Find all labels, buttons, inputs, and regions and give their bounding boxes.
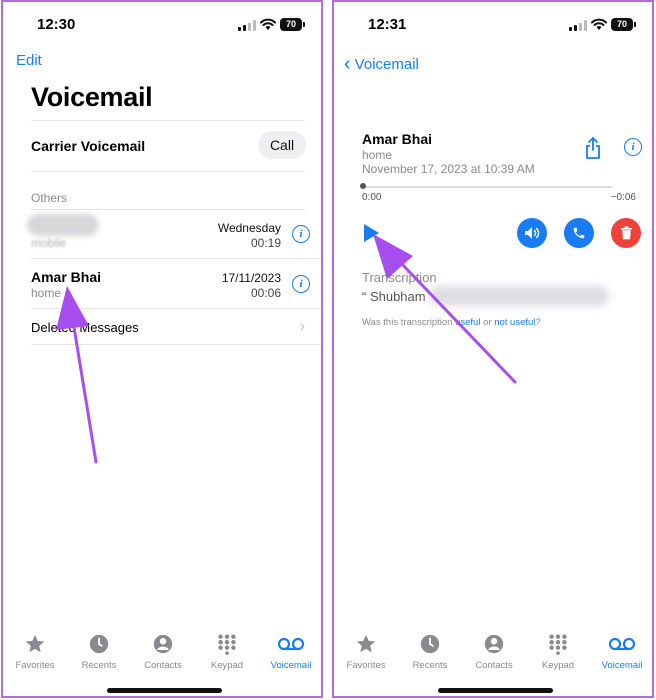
play-icon[interactable] bbox=[364, 224, 379, 242]
wifi-icon bbox=[591, 18, 607, 30]
status-time: 12:31 bbox=[368, 16, 407, 33]
voicemail-row-duration: 00:19 bbox=[250, 236, 281, 250]
cellular-signal-icon bbox=[238, 20, 256, 31]
voicemail-row-sub: mobile bbox=[31, 236, 67, 250]
divider bbox=[31, 120, 305, 121]
transcription-title: Transcription bbox=[362, 270, 437, 285]
redacted-transcription bbox=[429, 286, 609, 306]
chevron-right-icon: › bbox=[299, 318, 305, 335]
tab-keypad[interactable]: Keypad bbox=[195, 632, 259, 671]
status-bar: 12:31 70 bbox=[334, 14, 652, 36]
status-time: 12:30 bbox=[37, 16, 76, 33]
tab-label: Keypad bbox=[210, 660, 244, 671]
tab-favorites[interactable]: Favorites bbox=[3, 632, 67, 671]
home-indicator bbox=[107, 688, 222, 693]
tab-bar: Favorites Recents Contacts Keypad Voicem… bbox=[334, 632, 652, 672]
tab-label: Voicemail bbox=[601, 660, 643, 671]
tab-label: Contacts bbox=[144, 660, 182, 671]
trash-icon bbox=[620, 226, 632, 240]
caller-label: home bbox=[362, 148, 393, 162]
divider bbox=[31, 258, 321, 259]
delete-button[interactable] bbox=[611, 218, 641, 248]
tab-label: Recents bbox=[81, 660, 117, 671]
carrier-voicemail-label: Carrier Voicemail bbox=[31, 138, 146, 154]
feedback-prefix: Was this transcription bbox=[362, 317, 456, 328]
info-icon[interactable]: i bbox=[292, 225, 310, 243]
edit-button[interactable]: Edit bbox=[16, 52, 42, 69]
divider bbox=[31, 308, 321, 309]
star-icon bbox=[356, 634, 376, 653]
divider bbox=[31, 171, 305, 172]
keypad-icon bbox=[549, 634, 567, 655]
voicemail-row-name: Amar Bhai bbox=[31, 269, 102, 285]
transcription-text: “ Shubham bbox=[362, 289, 426, 304]
person-icon bbox=[484, 634, 504, 654]
tab-favorites[interactable]: Favorites bbox=[334, 632, 398, 671]
deleted-messages-label: Deleted Messages bbox=[31, 320, 139, 335]
caller-name: Amar Bhai bbox=[362, 131, 433, 147]
voicemail-row-date: 17/11/2023 bbox=[221, 271, 281, 285]
tab-recents[interactable]: Recents bbox=[67, 632, 131, 671]
voicemail-list-screen: 12:30 70 Edit Voicemail Carrier Voicemai… bbox=[1, 0, 323, 698]
call-back-button[interactable] bbox=[564, 218, 594, 248]
playback-scrubber[interactable] bbox=[362, 186, 612, 188]
tab-keypad[interactable]: Keypad bbox=[526, 632, 590, 671]
transcription-feedback: Was this transcription useful or not use… bbox=[362, 317, 541, 328]
call-carrier-button[interactable]: Call bbox=[258, 131, 306, 159]
elapsed-time: 0:00 bbox=[362, 192, 382, 203]
voicemail-date: November 17, 2023 at 10:39 AM bbox=[362, 162, 535, 176]
feedback-suffix: ? bbox=[535, 317, 541, 328]
voicemail-icon bbox=[608, 637, 636, 651]
tab-label: Favorites bbox=[346, 660, 386, 671]
phone-icon bbox=[573, 227, 585, 239]
others-section-header: Others bbox=[31, 191, 68, 205]
tab-contacts[interactable]: Contacts bbox=[462, 632, 526, 671]
speaker-icon bbox=[525, 227, 540, 239]
battery-icon: 70 bbox=[280, 18, 305, 31]
clock-icon bbox=[420, 634, 440, 654]
voicemail-icon bbox=[277, 637, 305, 651]
tab-bar: Favorites Recents Contacts Keypad Voicem… bbox=[3, 632, 321, 672]
tab-label: Contacts bbox=[475, 660, 513, 671]
battery-icon: 70 bbox=[611, 18, 636, 31]
tab-label: Recents bbox=[412, 660, 448, 671]
star-icon bbox=[25, 634, 45, 653]
info-icon[interactable]: i bbox=[292, 275, 310, 293]
keypad-icon bbox=[218, 634, 236, 655]
wifi-icon bbox=[260, 18, 276, 30]
voicemail-row-duration: 00:06 bbox=[250, 286, 281, 300]
tab-label: Favorites bbox=[15, 660, 55, 671]
tab-voicemail[interactable]: Voicemail bbox=[590, 632, 652, 671]
useful-link[interactable]: useful bbox=[455, 317, 480, 328]
scrubber-knob[interactable] bbox=[360, 183, 366, 189]
share-icon[interactable] bbox=[584, 137, 602, 159]
tab-label: Voicemail bbox=[270, 660, 312, 671]
home-indicator bbox=[438, 688, 553, 693]
tab-label: Keypad bbox=[541, 660, 575, 671]
page-title: Voicemail bbox=[31, 82, 153, 112]
chevron-left-icon: ‹ bbox=[344, 53, 351, 75]
cellular-signal-icon bbox=[569, 20, 587, 31]
remaining-time: −0:06 bbox=[610, 192, 636, 203]
divider bbox=[31, 209, 305, 210]
tab-voicemail[interactable]: Voicemail bbox=[259, 632, 321, 671]
back-button[interactable]: ‹ Voicemail bbox=[344, 52, 419, 75]
feedback-or: or bbox=[480, 317, 495, 328]
clock-icon bbox=[89, 634, 109, 654]
tab-contacts[interactable]: Contacts bbox=[131, 632, 195, 671]
redacted-caller-name bbox=[27, 214, 99, 236]
person-icon bbox=[153, 634, 173, 654]
speaker-button[interactable] bbox=[517, 218, 547, 248]
not-useful-link[interactable]: not useful bbox=[494, 317, 535, 328]
voicemail-detail-screen: 12:31 70 ‹ Voicemail Amar Bhai home Novem… bbox=[332, 0, 654, 698]
voicemail-row-date: Wednesday bbox=[217, 221, 281, 235]
voicemail-row-sub: home bbox=[31, 286, 62, 300]
tab-recents[interactable]: Recents bbox=[398, 632, 462, 671]
info-icon[interactable]: i bbox=[624, 138, 642, 156]
divider bbox=[31, 344, 321, 345]
back-button-label: Voicemail bbox=[354, 56, 419, 73]
status-bar: 12:30 70 bbox=[3, 14, 321, 36]
